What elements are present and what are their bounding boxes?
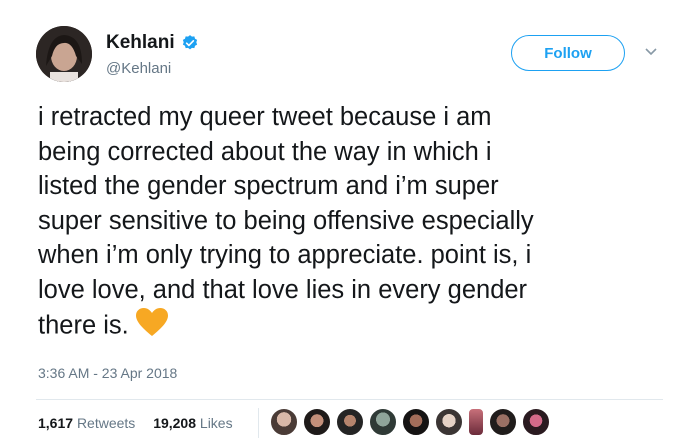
liker-avatar[interactable] — [303, 408, 331, 436]
tweet-timestamp[interactable]: 3:36 AM - 23 Apr 2018 — [38, 365, 177, 381]
avatar-image — [36, 26, 92, 82]
tweet-line: super sensitive to being offensive espec… — [38, 206, 534, 235]
likes-label: Likes — [199, 415, 233, 431]
chevron-down-icon[interactable] — [644, 44, 658, 62]
liker-avatar[interactable] — [270, 408, 298, 436]
author-handle[interactable]: @Kehlani — [106, 60, 171, 77]
likes-count: 19,208 — [153, 415, 197, 431]
orange-heart-icon — [135, 307, 169, 347]
liker-avatars — [270, 408, 555, 436]
tweet-text: i retracted my queer tweet because i am … — [38, 100, 678, 347]
tweet-line: when i’m only trying to appreciate. poin… — [38, 241, 532, 269]
author-name-text: Kehlani — [106, 32, 175, 53]
tweet-line: being corrected about the way in which i — [38, 137, 492, 166]
tweet-last-line: there is. — [38, 307, 678, 347]
liker-avatar[interactable] — [435, 408, 463, 436]
liker-avatar[interactable] — [402, 408, 430, 436]
retweets-count: 1,617 — [38, 415, 74, 431]
stats-separator — [258, 408, 259, 438]
tweet-line: there is. — [38, 311, 129, 340]
divider — [36, 399, 663, 400]
verified-badge-icon — [181, 34, 199, 52]
tweet-line: i retracted my queer tweet because i am — [38, 103, 492, 131]
retweets-stat[interactable]: 1,617 Retweets — [38, 415, 149, 431]
liker-avatar[interactable] — [336, 408, 364, 436]
retweets-label: Retweets — [76, 415, 136, 431]
liker-avatar[interactable] — [369, 408, 397, 436]
liker-avatar[interactable] — [522, 408, 550, 436]
tweet-line: love love, and that love lies in every g… — [38, 275, 528, 304]
likes-stat[interactable]: 19,208 Likes — [153, 415, 232, 431]
tweet-line: listed the gender spectrum and i’m super — [38, 172, 499, 200]
liker-avatar[interactable] — [468, 408, 484, 436]
tweet-stats: 1,617 Retweets 19,208 Likes — [38, 415, 233, 431]
profile-avatar[interactable] — [36, 26, 92, 82]
liker-avatar[interactable] — [489, 408, 517, 436]
follow-button[interactable]: Follow — [511, 35, 625, 71]
author-name[interactable]: Kehlani — [106, 32, 199, 54]
